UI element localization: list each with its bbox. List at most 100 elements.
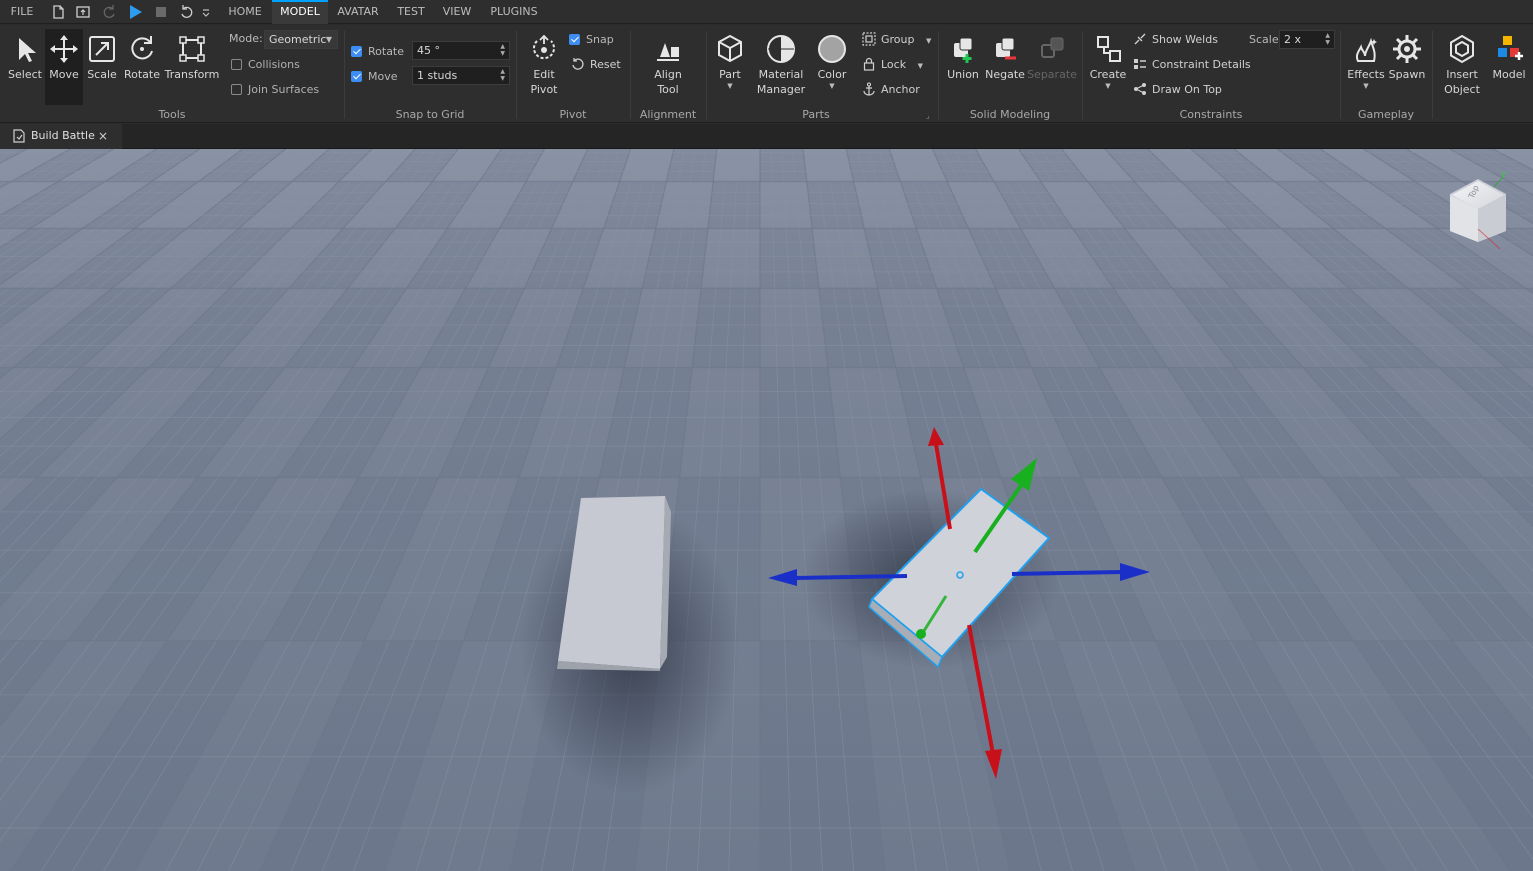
quick-access-dropdown-icon[interactable] xyxy=(200,3,212,21)
pivot-reset-label: Reset xyxy=(590,58,621,71)
create-constraint-button[interactable]: Create ▼ xyxy=(1087,29,1129,105)
separate-button[interactable]: Separate xyxy=(1027,29,1077,105)
3d-viewport[interactable]: Y Top xyxy=(0,149,1533,871)
pivot-reset-button[interactable]: Reset xyxy=(571,55,621,75)
transform-button[interactable]: Transform xyxy=(164,29,220,105)
divider xyxy=(1082,31,1083,119)
chevron-down-icon[interactable]: ▼ xyxy=(926,37,931,45)
tab-view[interactable]: VIEW xyxy=(438,0,476,24)
rotate-button[interactable]: Rotate xyxy=(122,29,162,105)
pivot-snap-toggle[interactable]: Snap xyxy=(569,30,614,50)
new-file-icon[interactable] xyxy=(49,3,67,21)
rotate-icon xyxy=(131,36,153,60)
tab-plugins[interactable]: PLUGINS xyxy=(486,0,542,24)
draw-on-top-icon xyxy=(1134,83,1146,95)
stepper-icon[interactable]: ▲ ▼ xyxy=(500,68,505,82)
union-button[interactable]: Union xyxy=(943,29,983,105)
align-tool-button[interactable]: Align Tool xyxy=(644,29,692,105)
spawn-button[interactable]: Spawn xyxy=(1387,29,1427,105)
collisions-toggle[interactable]: Collisions xyxy=(231,55,300,75)
draw-on-top-toggle[interactable]: Draw On Top xyxy=(1133,80,1222,100)
snap-group-label: Snap to Grid xyxy=(395,108,465,121)
effects-icon xyxy=(1355,37,1377,62)
rotate-snap-label: Rotate xyxy=(368,45,405,58)
separate-label: Separate xyxy=(1027,68,1077,81)
material-manager-button[interactable]: Material Manager xyxy=(752,29,810,105)
insert-object-label-2: Object xyxy=(1444,83,1480,96)
redo-icon[interactable] xyxy=(100,3,118,21)
separate-icon xyxy=(1041,37,1064,58)
tab-test[interactable]: TEST xyxy=(392,0,430,24)
constraint-details-toggle[interactable]: Constraint Details xyxy=(1133,55,1251,75)
rotate-snap-toggle[interactable]: Rotate xyxy=(351,42,404,62)
material-manager-label-2: Manager xyxy=(756,83,806,96)
edit-pivot-icon xyxy=(533,34,555,60)
negate-button[interactable]: Negate xyxy=(984,29,1026,105)
divider xyxy=(706,31,707,119)
mode-select[interactable]: Geometric ▼ xyxy=(264,30,338,49)
scale-button[interactable]: Scale xyxy=(84,29,120,105)
edit-pivot-button[interactable]: Edit Pivot xyxy=(522,29,566,105)
group-icon xyxy=(862,32,876,46)
move-snap-input[interactable]: 1 studs ▲ ▼ xyxy=(412,66,510,85)
color-label: Color xyxy=(817,68,847,81)
chevron-down-icon[interactable]: ▼ xyxy=(712,82,748,90)
rotate-snap-input[interactable]: 45 ° ▲ ▼ xyxy=(412,41,510,60)
rotate-snap-checkbox[interactable] xyxy=(351,46,362,57)
constraints-group-label: Constraints xyxy=(1179,108,1243,121)
chevron-down-icon[interactable]: ▼ xyxy=(918,62,923,70)
mode-label: Mode: xyxy=(229,32,263,45)
collisions-checkbox[interactable] xyxy=(231,59,242,70)
move-snap-checkbox[interactable] xyxy=(351,71,362,82)
details-icon xyxy=(1134,59,1146,69)
move-button[interactable]: Move xyxy=(45,29,83,105)
constraint-scale-input[interactable]: 2 x ▲ ▼ xyxy=(1279,30,1335,49)
model-button[interactable]: Model xyxy=(1489,29,1529,105)
chevron-down-icon[interactable]: ▼ xyxy=(812,82,852,90)
document-tab-build-battle[interactable]: Build Battle × xyxy=(0,124,122,149)
anchor-button[interactable]: Anchor xyxy=(862,80,920,100)
pivot-snap-checkbox[interactable] xyxy=(569,34,580,45)
weld-icon xyxy=(1134,33,1146,45)
effects-button[interactable]: Effects ▼ xyxy=(1345,29,1387,105)
lock-button[interactable]: Lock ▼ xyxy=(862,55,923,75)
insert-object-button[interactable]: Insert Object xyxy=(1439,29,1485,105)
group-label-text: Group xyxy=(881,33,915,46)
join-surfaces-checkbox[interactable] xyxy=(231,84,242,95)
play-icon[interactable] xyxy=(126,3,144,21)
stop-icon[interactable] xyxy=(152,3,170,21)
publish-icon[interactable] xyxy=(74,3,92,21)
spawn-gear-icon xyxy=(1393,35,1421,63)
union-label: Union xyxy=(947,68,979,81)
negate-icon xyxy=(996,37,1016,60)
select-button[interactable]: Select xyxy=(6,29,44,105)
tab-home[interactable]: HOME xyxy=(224,0,266,24)
expand-corner-icon[interactable]: ⌟ xyxy=(926,111,930,120)
color-button[interactable]: Color ▼ xyxy=(812,29,852,105)
ribbon-toolbar: Select Move Scale Rotate Transform Mode:… xyxy=(0,25,1533,123)
create-constraint-label: Create xyxy=(1089,68,1127,81)
align-tool-label-1: Align xyxy=(654,68,682,81)
divider xyxy=(1432,31,1433,119)
tools-group-label: Tools xyxy=(158,108,186,121)
tab-model[interactable]: MODEL xyxy=(272,0,328,24)
stepper-icon[interactable]: ▲ ▼ xyxy=(1325,32,1330,46)
constraint-icon xyxy=(1097,36,1121,62)
join-surfaces-toggle[interactable]: Join Surfaces xyxy=(231,80,319,100)
scene-canvas[interactable]: Y Top xyxy=(0,149,1533,871)
collisions-label: Collisions xyxy=(248,58,300,71)
show-welds-toggle[interactable]: Show Welds xyxy=(1133,30,1218,50)
part-button[interactable]: Part ▼ xyxy=(712,29,748,105)
edit-pivot-label-2: Pivot xyxy=(530,83,558,96)
move-snap-toggle[interactable]: Move xyxy=(351,67,398,87)
stepper-icon[interactable]: ▲ ▼ xyxy=(500,43,505,57)
group-button[interactable]: Group ▼ xyxy=(862,30,931,50)
chevron-down-icon[interactable]: ▼ xyxy=(1087,82,1129,90)
tab-avatar[interactable]: AVATAR xyxy=(334,0,382,24)
menu-file[interactable]: FILE xyxy=(4,0,40,24)
divider xyxy=(630,31,631,119)
model-label: Model xyxy=(1492,68,1526,81)
close-icon[interactable]: × xyxy=(98,124,108,148)
undo-icon[interactable] xyxy=(178,3,196,21)
chevron-down-icon[interactable]: ▼ xyxy=(1345,82,1387,90)
